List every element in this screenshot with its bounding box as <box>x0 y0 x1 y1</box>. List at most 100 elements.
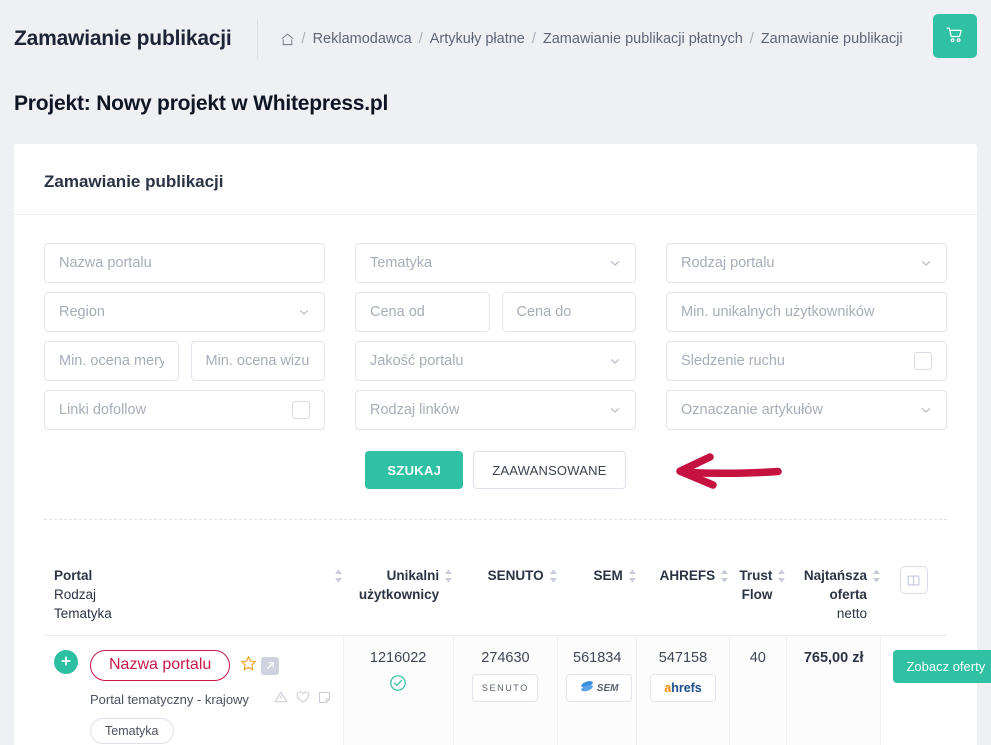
region-placeholder: Region <box>59 304 105 320</box>
view-offers-button[interactable]: Zobacz oferty <box>893 650 991 683</box>
chevron-down-icon <box>609 257 621 269</box>
column-header-ahrefs-label: AHREFS <box>659 568 716 583</box>
min-merit-rating-input[interactable]: Min. ocena meryt <box>44 341 179 381</box>
column-header-cheapest-offer[interactable]: Najtańsza oferta netto <box>786 520 881 636</box>
portal-name-link[interactable]: Nazwa portalu <box>90 650 231 681</box>
dofollow-links-label: Linki dofollow <box>59 402 147 418</box>
columns-layout-icon[interactable] <box>899 566 928 594</box>
column-header-ahrefs[interactable]: AHREFS <box>636 520 730 636</box>
table-row: Nazwa portalu Portal tematyczny - krajow… <box>44 635 991 745</box>
topic-tag[interactable]: Tematyka <box>90 718 174 744</box>
breadcrumb-item-reklamodawca[interactable]: Reklamodawca <box>313 31 412 47</box>
senuto-logo-text: SENUTO <box>481 683 529 693</box>
row-quick-actions <box>240 655 280 676</box>
column-header-unique-users-line1: Unikalni <box>386 568 440 583</box>
sort-icon[interactable] <box>549 569 558 588</box>
add-to-cart-row-button[interactable] <box>54 650 78 674</box>
traffic-tracking-checkbox[interactable] <box>914 352 932 370</box>
price-from-placeholder: Cena od <box>370 304 425 320</box>
sort-icon[interactable] <box>777 569 786 588</box>
column-header-sem[interactable]: SEM <box>557 520 637 636</box>
topic-placeholder: Tematyka <box>370 255 433 271</box>
advanced-button[interactable]: ZAAWANSOWANE <box>473 451 626 489</box>
chevron-down-icon <box>920 257 932 269</box>
ahrefs-logo-badge: ahrefs <box>650 674 716 702</box>
semrush-globe-icon <box>580 680 594 697</box>
column-header-senuto[interactable]: SENUTO <box>453 520 558 636</box>
column-header-senuto-label: SENUTO <box>487 568 544 583</box>
cell-actions: Zobacz oferty <box>880 635 991 745</box>
sort-icon[interactable] <box>872 569 881 588</box>
article-marking-select[interactable]: Oznaczanie artykułów <box>666 390 947 430</box>
portal-type-select[interactable]: Rodzaj portalu <box>666 243 947 283</box>
column-header-portal-line3: Tematyka <box>54 606 112 621</box>
chevron-down-icon <box>609 404 621 416</box>
cell-cheapest-offer: 765,00 zł <box>785 635 881 745</box>
price-from-input[interactable]: Cena od <box>355 292 490 332</box>
column-header-sem-label: SEM <box>593 568 623 583</box>
portal-name-input[interactable]: Nazwa portalu <box>44 243 325 283</box>
min-visual-rating-input[interactable]: Min. ocena wizua <box>190 341 325 381</box>
min-unique-users-input[interactable]: Min. unikalnych użytkowników <box>666 292 947 332</box>
breadcrumb-separator: / <box>749 31 754 47</box>
chevron-down-icon <box>298 306 310 318</box>
top-bar: Zamawianie publikacji / Reklamodawca / A… <box>0 0 991 78</box>
sem-logo-badge: SEM <box>566 674 633 702</box>
warning-triangle-icon[interactable] <box>274 690 288 708</box>
column-header-portal[interactable]: Portal Rodzaj Tematyka <box>44 520 344 636</box>
sort-icon[interactable] <box>720 569 729 588</box>
article-marking-placeholder: Oznaczanie artykułów <box>681 402 823 418</box>
divider <box>256 19 258 59</box>
filter-row: Region Cena od Cena do Min. unikalnych u… <box>44 292 947 332</box>
card-header: Zamawianie publikacji <box>14 144 977 215</box>
sort-icon[interactable] <box>444 569 453 588</box>
price-to-input[interactable]: Cena do <box>501 292 636 332</box>
filter-column: Min. ocena meryt Min. ocena wizua <box>44 341 325 381</box>
sem-value: 561834 <box>573 650 622 666</box>
column-header-trust-flow[interactable]: Trust Flow <box>729 520 787 636</box>
filter-column: Jakość portalu <box>355 341 636 381</box>
region-select[interactable]: Region <box>44 292 325 332</box>
breadcrumb-item-artykuly-platne[interactable]: Artykuły płatne <box>430 31 525 47</box>
filter-row: Nazwa portalu Tematyka Rodzaj portalu <box>44 243 947 283</box>
chevron-down-icon <box>609 355 621 367</box>
cell-trust-flow: 40 <box>728 635 787 745</box>
heart-icon[interactable] <box>296 690 310 708</box>
column-header-tools <box>880 520 947 636</box>
sort-icon[interactable] <box>628 569 637 588</box>
filter-column: Min. unikalnych użytkowników <box>666 292 947 332</box>
external-link-icon[interactable] <box>261 656 280 675</box>
link-type-select[interactable]: Rodzaj linków <box>355 390 636 430</box>
cell-ahrefs: 547158 ahrefs <box>636 635 730 745</box>
cell-senuto: 274630 SENUTO <box>452 635 558 745</box>
dofollow-links-field[interactable]: Linki dofollow <box>44 390 325 430</box>
portal-subinfo: Portal tematyczny - krajowy <box>90 690 335 708</box>
breadcrumb-item-zamawianie-publikacji: Zamawianie publikacji <box>760 31 903 47</box>
breadcrumb-item-zamawianie-publikacji-platnych[interactable]: Zamawianie publikacji płatnych <box>543 31 743 47</box>
note-icon[interactable] <box>318 691 331 708</box>
filter-column: Tematyka <box>355 243 636 283</box>
main-card: Zamawianie publikacji Nazwa portalu Tema… <box>14 144 991 745</box>
portal-status-icons <box>274 690 331 708</box>
cell-portal: Nazwa portalu Portal tematyczny - krajow… <box>44 635 344 745</box>
dofollow-links-checkbox[interactable] <box>292 401 310 419</box>
portal-quality-select[interactable]: Jakość portalu <box>355 341 636 381</box>
star-icon[interactable] <box>240 655 257 676</box>
cheapest-offer-value: 765,00 zł <box>803 650 864 666</box>
traffic-tracking-label: Śledzenie ruchu <box>681 353 785 369</box>
plus-icon <box>60 655 72 670</box>
topic-select[interactable]: Tematyka <box>355 243 636 283</box>
sort-icon[interactable] <box>334 569 343 588</box>
filter-column: Oznaczanie artykułów <box>666 390 947 430</box>
cart-button[interactable] <box>933 14 977 58</box>
min-visual-rating-placeholder: Min. ocena wizua <box>205 353 311 369</box>
senuto-value: 274630 <box>481 650 530 666</box>
check-circle-icon <box>389 674 407 696</box>
column-header-unique-users[interactable]: Unikalni użytkownicy <box>343 520 454 636</box>
filter-column: Region <box>44 292 325 332</box>
traffic-tracking-field[interactable]: Śledzenie ruchu <box>666 341 947 381</box>
filter-row: Min. ocena meryt Min. ocena wizua Jakość… <box>44 341 947 381</box>
search-button[interactable]: SZUKAJ <box>365 451 464 489</box>
ahrefs-value: 547158 <box>658 650 708 666</box>
home-icon[interactable] <box>280 32 295 47</box>
